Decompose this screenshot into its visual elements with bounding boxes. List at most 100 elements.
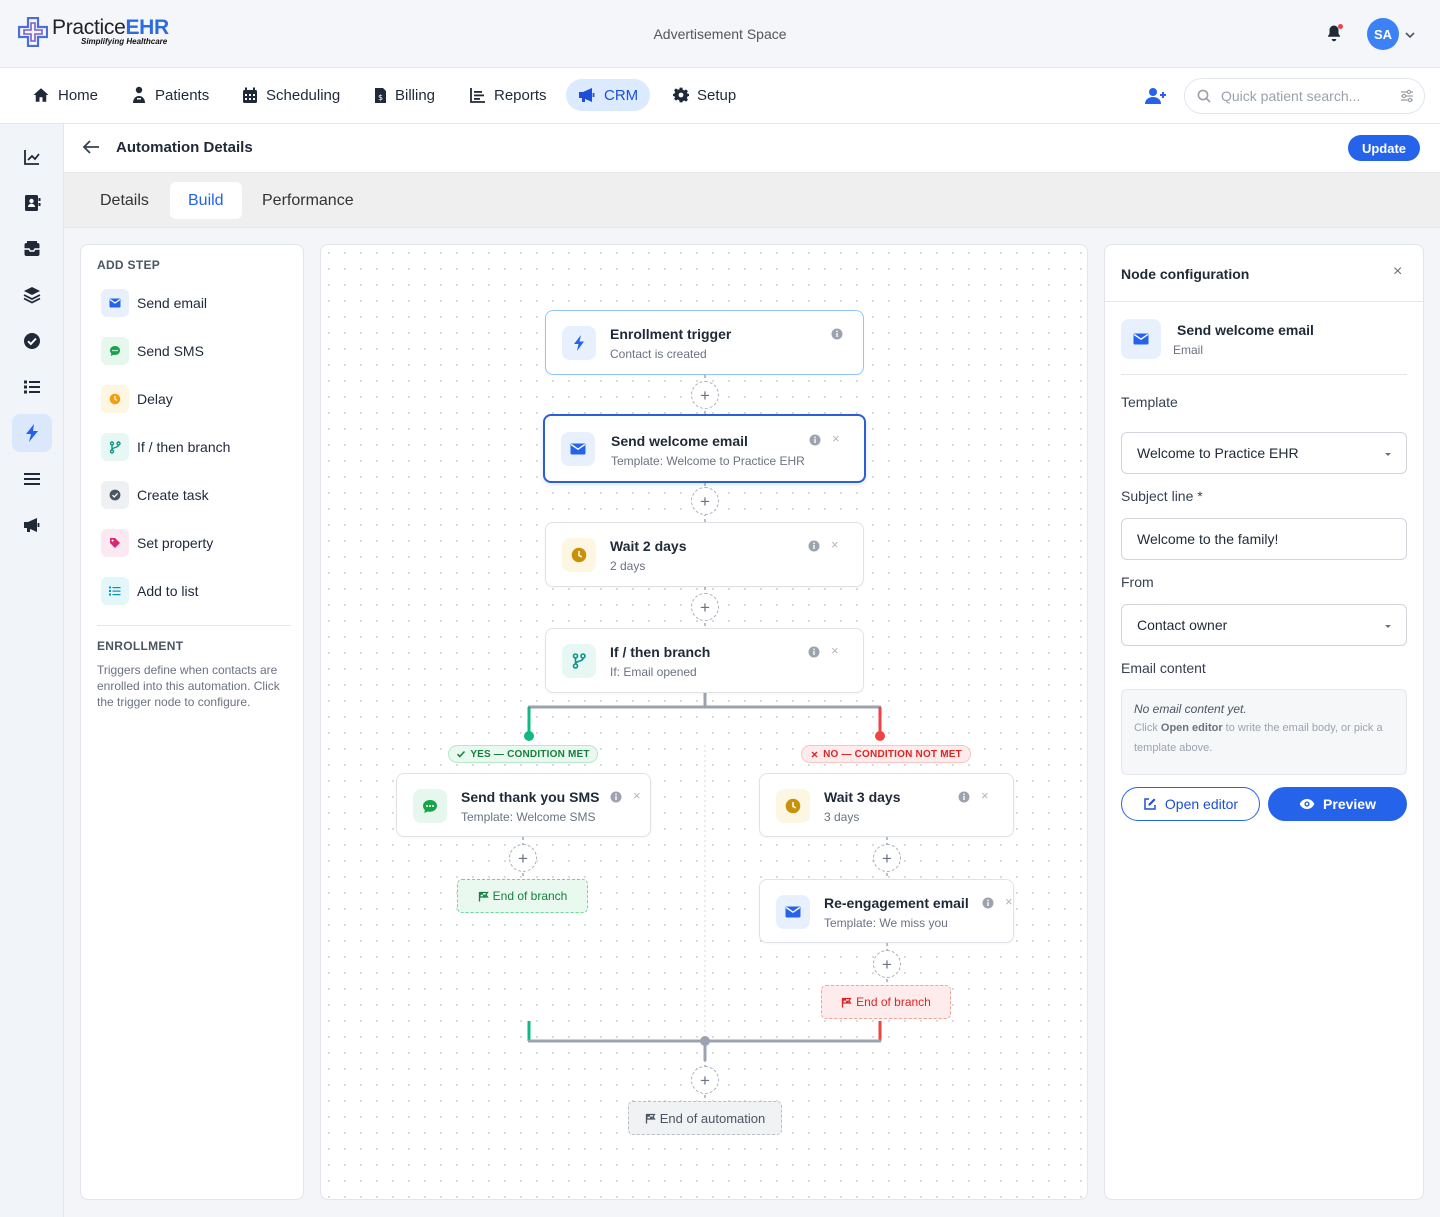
help-text-bold: Open editor xyxy=(1160,722,1223,734)
step-label: Send SMS xyxy=(137,343,204,359)
node-send-thank-you-sms[interactable]: Send thank you SMS Template: Welcome SMS… xyxy=(396,773,651,837)
nav-billing[interactable]: $ Billing xyxy=(362,79,447,111)
template-select[interactable]: Welcome to Practice EHR xyxy=(1121,432,1407,474)
rail-lightning-icon[interactable] xyxy=(12,414,52,452)
end-of-branch-label: End of branch xyxy=(492,889,568,903)
nav-crm-label: CRM xyxy=(604,86,639,104)
reports-icon xyxy=(470,88,485,103)
nav-home[interactable]: Home xyxy=(20,79,110,111)
rail-list-icon[interactable] xyxy=(12,368,52,406)
step-create-task[interactable]: Create task xyxy=(101,480,209,510)
search-placeholder: Quick patient search... xyxy=(1221,88,1361,104)
user-avatar[interactable]: SA xyxy=(1367,18,1399,50)
info-icon[interactable] xyxy=(831,328,843,340)
close-icon[interactable]: × xyxy=(831,537,839,552)
add-step-plus-button[interactable]: + xyxy=(873,950,901,978)
nav-reports[interactable]: Reports xyxy=(458,79,559,111)
quick-patient-search[interactable]: Quick patient search... xyxy=(1184,78,1425,114)
nav-scheduling[interactable]: Scheduling xyxy=(230,79,352,111)
info-icon[interactable] xyxy=(808,646,820,658)
subject-line-input[interactable]: Welcome to the family! xyxy=(1121,518,1407,560)
step-label: Send email xyxy=(137,295,208,311)
add-step-panel: ADD STEP Send email Send SMS Delay If / … xyxy=(80,244,304,1200)
add-step-plus-button[interactable]: + xyxy=(691,487,719,515)
node-subtitle: 2 days xyxy=(610,559,646,573)
edit-icon xyxy=(1144,798,1156,810)
email-content-box[interactable]: No email content yet. Click Open editor … xyxy=(1121,689,1407,775)
add-patient-icon[interactable] xyxy=(1145,87,1167,105)
rail-megaphone-icon[interactable] xyxy=(12,506,52,544)
info-icon[interactable] xyxy=(809,434,821,446)
update-button[interactable]: Update xyxy=(1348,135,1420,161)
back-arrow-icon[interactable] xyxy=(82,139,100,155)
from-select[interactable]: Contact owner xyxy=(1121,604,1407,646)
close-icon[interactable]: × xyxy=(981,788,989,803)
page-header: Automation Details Update xyxy=(64,124,1440,172)
open-editor-label: Open editor xyxy=(1164,796,1239,812)
nav-setup-label: Setup xyxy=(697,86,737,104)
rail-check-circle-icon[interactable] xyxy=(12,322,52,360)
add-step-plus-button[interactable]: + xyxy=(691,593,719,621)
info-icon[interactable] xyxy=(958,791,970,803)
close-icon[interactable]: × xyxy=(1393,263,1402,281)
step-delay[interactable]: Delay xyxy=(101,384,173,414)
patients-icon xyxy=(133,86,145,103)
clock-icon xyxy=(562,538,596,572)
branch-icon xyxy=(562,644,596,678)
nav-billing-label: Billing xyxy=(395,86,436,104)
close-icon[interactable]: × xyxy=(633,788,641,803)
from-value: Contact owner xyxy=(1137,617,1228,633)
close-icon[interactable]: × xyxy=(1005,894,1013,909)
enrollment-title: ENROLLMENT xyxy=(97,639,184,653)
close-icon[interactable]: × xyxy=(831,643,839,658)
tab-details[interactable]: Details xyxy=(82,182,167,219)
step-label: Add to list xyxy=(137,583,199,599)
node-wait-2-days[interactable]: Wait 2 days 2 days × xyxy=(545,522,864,587)
info-icon[interactable] xyxy=(982,897,994,909)
tab-build[interactable]: Build xyxy=(170,182,242,219)
step-add-to-list[interactable]: Add to list xyxy=(101,576,198,606)
rail-menu-icon[interactable] xyxy=(12,460,52,498)
nav-crm[interactable]: CRM xyxy=(566,79,651,111)
preview-button[interactable]: Preview xyxy=(1268,787,1407,821)
node-if-then-branch[interactable]: If / then branch If: Email opened × xyxy=(545,628,864,693)
nav-patients[interactable]: Patients xyxy=(119,79,221,111)
enrollment-description: Triggers define when contacts are enroll… xyxy=(97,663,280,709)
tab-performance[interactable]: Performance xyxy=(244,182,372,219)
rail-layers-icon[interactable] xyxy=(12,276,52,314)
step-label: If / then branch xyxy=(137,439,231,455)
rail-contacts-icon[interactable] xyxy=(12,184,52,222)
clock-icon xyxy=(101,385,129,413)
left-icon-rail xyxy=(0,124,64,1217)
step-set-property[interactable]: Set property xyxy=(101,528,213,558)
node-enrollment-trigger[interactable]: Enrollment trigger Contact is created xyxy=(545,310,864,375)
step-send-sms[interactable]: Send SMS xyxy=(101,336,204,366)
filter-sliders-icon[interactable] xyxy=(1400,89,1414,103)
top-bar: PracticeEHR Simplifying Healthcare Adver… xyxy=(0,0,1440,68)
node-send-welcome-email[interactable]: Send welcome email Template: Welcome to … xyxy=(543,414,866,483)
add-step-plus-button[interactable]: + xyxy=(873,844,901,872)
check-icon xyxy=(457,750,466,758)
step-send-email[interactable]: Send email xyxy=(101,288,207,318)
open-editor-button[interactable]: Open editor xyxy=(1121,787,1260,821)
add-step-plus-button[interactable]: + xyxy=(691,1066,719,1094)
nav-scheduling-label: Scheduling xyxy=(266,86,341,104)
list-icon xyxy=(101,577,129,605)
notification-dot xyxy=(1338,24,1343,29)
megaphone-icon xyxy=(579,88,595,102)
rail-inbox-icon[interactable] xyxy=(12,230,52,268)
add-step-plus-button[interactable]: + xyxy=(509,844,537,872)
workflow-canvas[interactable]: Enrollment trigger Contact is created + … xyxy=(320,244,1088,1200)
add-step-plus-button[interactable]: + xyxy=(691,381,719,409)
step-branch[interactable]: If / then branch xyxy=(101,432,230,462)
node-re-engagement-email[interactable]: Re-engagement email Template: We miss yo… xyxy=(759,879,1014,943)
nav-setup[interactable]: Setup xyxy=(661,79,748,111)
node-wait-3-days[interactable]: Wait 3 days 3 days × xyxy=(759,773,1014,837)
chevron-down-icon[interactable] xyxy=(1404,29,1416,41)
info-icon[interactable] xyxy=(610,791,622,803)
info-icon[interactable] xyxy=(808,540,820,552)
step-label: Set property xyxy=(137,535,214,551)
flag-icon xyxy=(645,1113,656,1123)
close-icon[interactable]: × xyxy=(832,431,840,446)
rail-chart-line-icon[interactable] xyxy=(12,138,52,176)
